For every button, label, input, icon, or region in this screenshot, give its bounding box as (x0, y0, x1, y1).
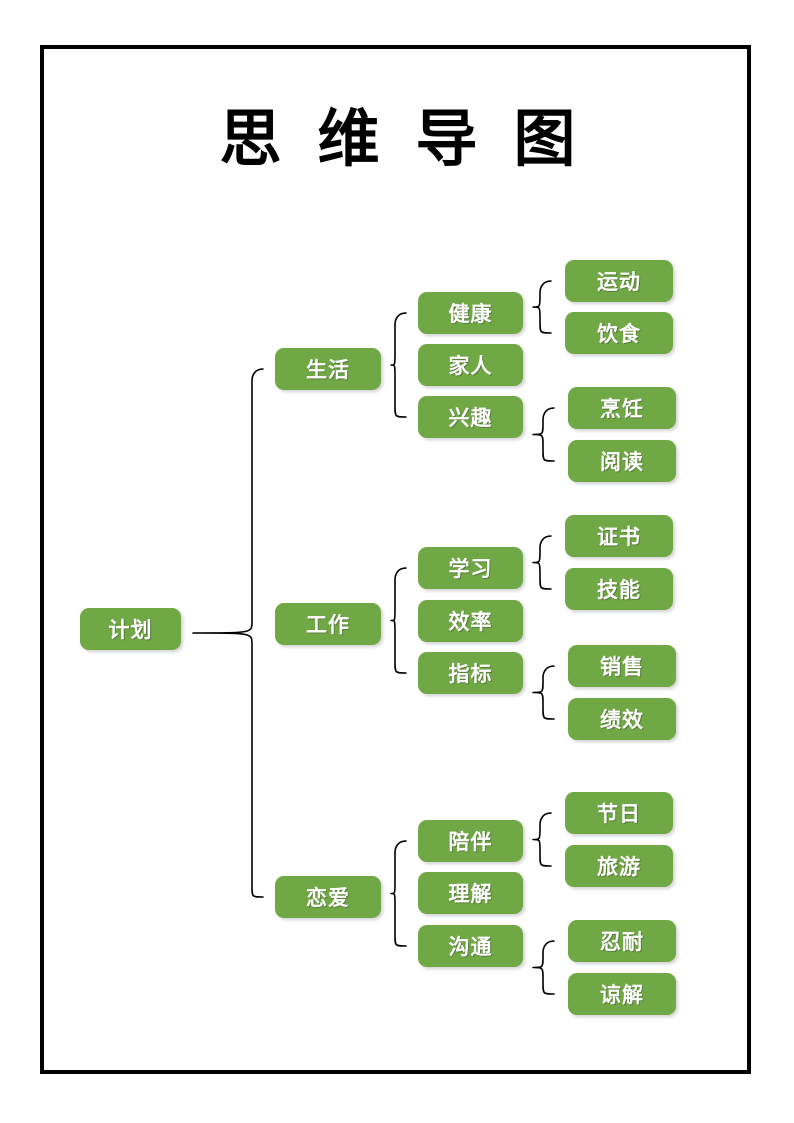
node-label: 忍耐 (600, 930, 644, 954)
node-label: 阅读 (600, 450, 644, 474)
node-child-陪伴[interactable]: 陪伴 (418, 820, 523, 862)
node-label: 兴趣 (448, 406, 493, 430)
node-branch-romance[interactable]: 恋爱 (275, 876, 381, 918)
node-leaf-销售[interactable]: 销售 (568, 645, 676, 687)
node-leaf-旅游[interactable]: 旅游 (565, 845, 673, 887)
node-label: 饮食 (597, 322, 641, 346)
page-canvas: 思维导图 计划 生活 健康 运动饮食家人兴趣 烹饪阅读工作 学习 证书技能效率指标 销售绩效恋… (0, 0, 794, 1123)
node-label: 健康 (448, 302, 493, 326)
node-child-兴趣[interactable]: 兴趣 (418, 396, 523, 438)
node-label: 理解 (448, 882, 493, 906)
node-leaf-谅解[interactable]: 谅解 (568, 973, 676, 1015)
node-label: 运动 (597, 270, 641, 294)
node-leaf-饮食[interactable]: 饮食 (565, 312, 673, 354)
node-leaf-证书[interactable]: 证书 (565, 515, 673, 557)
node-root-计划[interactable]: 计划 (80, 608, 181, 650)
node-leaf-技能[interactable]: 技能 (565, 568, 673, 610)
node-label: 家人 (448, 354, 493, 378)
node-label: 陪伴 (448, 830, 493, 854)
node-label: 烹饪 (600, 397, 644, 421)
node-label: 绩效 (600, 708, 644, 732)
node-leaf-运动[interactable]: 运动 (565, 260, 673, 302)
node-leaf-阅读[interactable]: 阅读 (568, 440, 676, 482)
node-label: 销售 (600, 655, 644, 679)
page-title: 思维导图 (219, 102, 612, 175)
node-child-健康[interactable]: 健康 (418, 292, 523, 334)
node-leaf-烹饪[interactable]: 烹饪 (568, 387, 676, 429)
node-label: 计划 (108, 618, 153, 642)
node-label: 技能 (597, 578, 641, 602)
node-leaf-忍耐[interactable]: 忍耐 (568, 920, 676, 962)
node-child-理解[interactable]: 理解 (418, 872, 523, 914)
node-label: 效率 (448, 610, 493, 634)
node-leaf-绩效[interactable]: 绩效 (568, 698, 676, 740)
node-label: 谅解 (600, 983, 644, 1007)
node-label: 生活 (306, 358, 350, 382)
node-label: 节日 (597, 802, 641, 826)
node-label: 学习 (448, 557, 493, 581)
node-branch-work[interactable]: 工作 (275, 603, 381, 645)
node-child-家人[interactable]: 家人 (418, 344, 523, 386)
node-child-沟通[interactable]: 沟通 (418, 925, 523, 967)
node-leaf-节日[interactable]: 节日 (565, 792, 673, 834)
node-label: 恋爱 (306, 886, 350, 910)
node-branch-life[interactable]: 生活 (275, 348, 381, 390)
node-child-学习[interactable]: 学习 (418, 547, 523, 589)
node-label: 工作 (306, 613, 350, 637)
node-child-指标[interactable]: 指标 (418, 652, 523, 694)
node-child-效率[interactable]: 效率 (418, 600, 523, 642)
node-label: 证书 (597, 525, 641, 549)
node-label: 沟通 (448, 935, 493, 959)
node-label: 旅游 (597, 855, 641, 879)
node-label: 指标 (448, 662, 493, 686)
